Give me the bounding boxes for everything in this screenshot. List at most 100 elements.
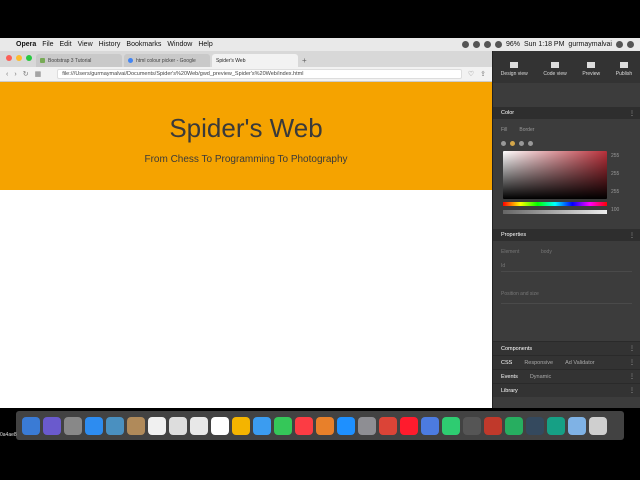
tab-ad-validator[interactable]: Ad Validator	[565, 360, 595, 366]
cloud-icon[interactable]	[483, 41, 491, 48]
forward-icon[interactable]: ›	[14, 71, 16, 78]
swatch[interactable]	[519, 141, 524, 146]
publish-button[interactable]: Publish	[616, 61, 632, 77]
css-section[interactable]: CSS Responsive Ad Validator ⋮	[493, 355, 640, 369]
battery-percent[interactable]: 96%	[506, 41, 520, 48]
record-icon[interactable]	[461, 41, 469, 48]
green-value[interactable]: 255	[611, 171, 619, 177]
tab-css[interactable]: CSS	[501, 360, 512, 366]
facetime-icon[interactable]	[274, 416, 292, 435]
url-field[interactable]: file:///Users/gurmaymalvai/Documents/Spi…	[57, 69, 462, 79]
system-preferences-icon[interactable]	[358, 416, 376, 435]
swatch[interactable]	[501, 141, 506, 146]
tab-responsive[interactable]: Responsive	[524, 360, 553, 366]
safari-icon[interactable]	[85, 416, 103, 435]
messages-icon[interactable]	[253, 416, 271, 435]
minimize-window-icon[interactable]	[16, 55, 22, 61]
wifi-icon[interactable]	[494, 41, 502, 48]
more-options-icon[interactable]: ⋮	[629, 373, 635, 380]
components-section[interactable]: Components ⋮	[493, 341, 640, 355]
page-title: Spider's Web	[169, 113, 323, 143]
launchpad-icon[interactable]	[64, 416, 82, 435]
app-icon[interactable]	[547, 416, 565, 435]
properties-section-header[interactable]: Properties ⋮	[493, 229, 640, 241]
siri-icon[interactable]	[43, 416, 61, 435]
calendar-icon[interactable]	[211, 416, 229, 435]
more-options-icon[interactable]: ⋮	[629, 345, 635, 352]
app-icon[interactable]	[505, 416, 523, 435]
more-options-icon[interactable]: ⋮	[629, 110, 635, 117]
code-view-button[interactable]: Code view	[543, 61, 567, 77]
blue-value[interactable]: 255	[611, 189, 619, 195]
saturation-field[interactable]	[503, 151, 607, 199]
speed-dial-icon[interactable]: ▦	[35, 70, 42, 78]
back-icon[interactable]: ‹	[6, 71, 8, 78]
alpha-slider[interactable]	[503, 210, 607, 214]
menu-edit[interactable]: Edit	[60, 41, 78, 48]
alpha-value[interactable]: 100	[611, 207, 619, 213]
opera-icon[interactable]	[472, 41, 480, 48]
menu-help[interactable]: Help	[198, 41, 218, 48]
menu-file[interactable]: File	[42, 41, 59, 48]
macos-menubar: Opera File Edit View History Bookmarks W…	[0, 38, 640, 51]
share-icon[interactable]: ⇪	[480, 70, 486, 78]
app-icon[interactable]	[421, 416, 439, 435]
events-section[interactable]: Events Dynamic ⋮	[493, 369, 640, 383]
preview-button[interactable]: Preview	[582, 61, 600, 77]
app-icon[interactable]	[526, 416, 544, 435]
menu-view[interactable]: View	[78, 41, 99, 48]
more-options-icon[interactable]: ⋮	[629, 387, 635, 394]
clock[interactable]: Sun 1:18 PM	[524, 41, 564, 48]
border-option[interactable]: Border	[519, 127, 534, 133]
tab-library[interactable]: Library	[501, 388, 518, 394]
divider	[501, 271, 632, 272]
music-icon[interactable]	[295, 416, 313, 435]
reminders-icon[interactable]	[169, 416, 187, 435]
books-icon[interactable]	[316, 416, 334, 435]
finder-icon[interactable]	[22, 416, 40, 435]
hue-slider[interactable]	[503, 202, 607, 206]
fill-option[interactable]: Fill	[501, 127, 507, 133]
notes-icon[interactable]	[148, 416, 166, 435]
menu-app-name[interactable]: Opera	[16, 41, 42, 48]
heart-icon[interactable]: ♡	[468, 70, 474, 78]
menu-history[interactable]: History	[99, 41, 127, 48]
color-section-header[interactable]: Color ⋮	[493, 107, 640, 119]
menu-window[interactable]: Window	[167, 41, 198, 48]
trash-icon[interactable]	[589, 416, 607, 435]
reload-icon[interactable]: ↻	[23, 70, 29, 78]
tab-components[interactable]: Components	[501, 346, 532, 352]
opera-dock-icon[interactable]	[400, 416, 418, 435]
design-view-button[interactable]: Design view	[501, 61, 528, 77]
tab-bootstrap[interactable]: Bootstrap 3 Tutorial	[36, 54, 122, 67]
library-section[interactable]: Library ⋮	[493, 383, 640, 397]
contacts-icon[interactable]	[127, 416, 145, 435]
menu-list-icon[interactable]	[627, 41, 634, 48]
desktop-file-label[interactable]: 0a4ae8	[0, 432, 17, 438]
photos-icon[interactable]	[232, 416, 250, 435]
tab-dynamic[interactable]: Dynamic	[530, 374, 551, 380]
swatch[interactable]	[510, 141, 515, 146]
textedit-icon[interactable]	[190, 416, 208, 435]
close-window-icon[interactable]	[6, 55, 12, 61]
red-value[interactable]: 255	[611, 153, 619, 159]
tab-spiders-web[interactable]: Spider's Web	[212, 54, 298, 67]
new-tab-icon[interactable]: +	[302, 56, 307, 65]
menu-bookmarks[interactable]: Bookmarks	[126, 41, 167, 48]
user-name[interactable]: gurmaymalvai	[568, 41, 612, 48]
chrome-icon[interactable]	[379, 416, 397, 435]
more-options-icon[interactable]: ⋮	[629, 359, 635, 366]
app-store-icon[interactable]	[337, 416, 355, 435]
more-options-icon[interactable]: ⋮	[629, 232, 635, 239]
swatch[interactable]	[528, 141, 533, 146]
app-icon[interactable]	[463, 416, 481, 435]
downloads-folder-icon[interactable]	[568, 416, 586, 435]
zoom-window-icon[interactable]	[26, 55, 32, 61]
app-icon[interactable]	[484, 416, 502, 435]
app-icon[interactable]	[442, 416, 460, 435]
spotlight-icon[interactable]	[616, 41, 623, 48]
preview-app-icon[interactable]	[106, 416, 124, 435]
tab-events[interactable]: Events	[501, 374, 518, 380]
tab-google[interactable]: html colour picker - Google	[124, 54, 210, 67]
position-size-label[interactable]: Position and size	[501, 291, 539, 297]
